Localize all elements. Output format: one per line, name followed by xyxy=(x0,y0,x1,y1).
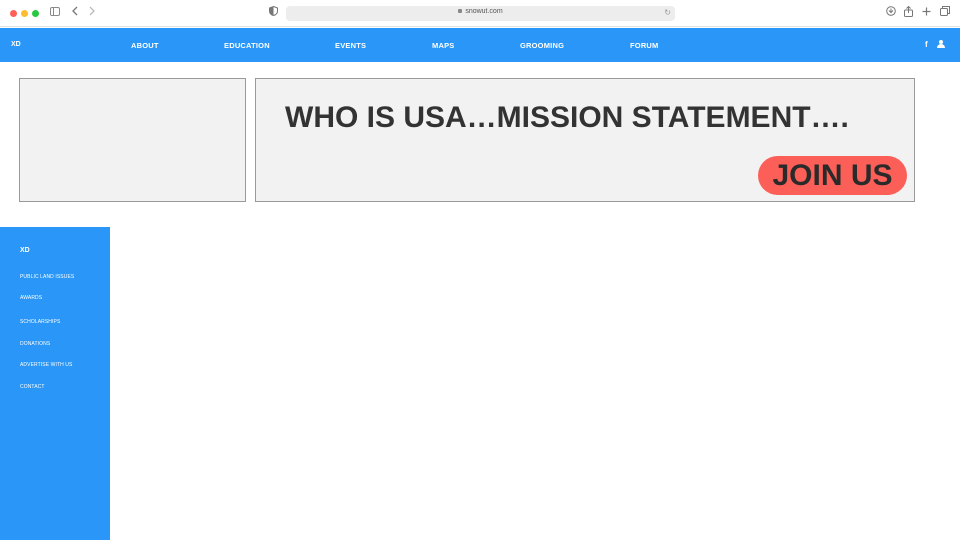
user-icon[interactable] xyxy=(937,40,945,48)
lock-icon xyxy=(458,9,463,14)
shield-icon[interactable] xyxy=(269,5,278,20)
sidebar-item-donations[interactable]: DONATIONS xyxy=(20,341,50,347)
minimize-window-button[interactable] xyxy=(21,10,28,17)
new-tab-icon[interactable] xyxy=(922,6,931,20)
nav-item-about[interactable]: ABOUT xyxy=(131,41,159,50)
download-icon[interactable] xyxy=(886,6,896,20)
nav-item-forum[interactable]: FORUM xyxy=(630,41,659,50)
nav-logo[interactable]: XD xyxy=(11,41,21,48)
hero-banner: WHO IS USA…MISSION STATEMENT…. JOIN US xyxy=(255,78,915,202)
url-text: snowut.com xyxy=(465,8,503,15)
nav-item-grooming[interactable]: GROOMING xyxy=(520,41,564,50)
sidebar-item-contact[interactable]: CONTACT xyxy=(20,384,45,390)
address-bar[interactable]: snowut.com ↻ xyxy=(286,6,675,21)
sidebar-item-awards[interactable]: AWARDS xyxy=(20,295,42,301)
sidebar-logo[interactable]: XD xyxy=(20,247,30,254)
sidebar: XD PUBLIC LAND ISSUES AWARDS SCHOLARSHIP… xyxy=(0,227,110,540)
sidebar-toggle-icon[interactable] xyxy=(50,6,60,20)
share-icon[interactable] xyxy=(904,5,913,21)
image-placeholder xyxy=(19,78,246,202)
nav-item-education[interactable]: EDUCATION xyxy=(224,41,270,50)
back-icon[interactable] xyxy=(71,6,79,20)
sidebar-item-advertise-with-us[interactable]: ADVERTISE WITH US xyxy=(20,362,72,368)
close-window-button[interactable] xyxy=(10,10,17,17)
mission-title: WHO IS USA…MISSION STATEMENT…. xyxy=(285,101,849,134)
forward-icon[interactable] xyxy=(88,6,96,20)
sidebar-item-scholarships[interactable]: SCHOLARSHIPS xyxy=(20,319,60,325)
tabs-overview-icon[interactable] xyxy=(940,6,950,20)
top-nav: XD ABOUT EDUCATION EVENTS MAPS GROOMING … xyxy=(0,28,960,62)
nav-item-maps[interactable]: MAPS xyxy=(432,41,454,50)
zoom-window-button[interactable] xyxy=(32,10,39,17)
join-us-button[interactable]: JOIN US xyxy=(758,156,907,195)
browser-toolbar: snowut.com ↻ xyxy=(0,0,960,27)
nav-item-events[interactable]: EVENTS xyxy=(335,41,366,50)
sidebar-item-public-land-issues[interactable]: PUBLIC LAND ISSUES xyxy=(20,274,74,280)
reload-icon[interactable]: ↻ xyxy=(664,8,671,17)
facebook-icon[interactable]: f xyxy=(925,40,928,49)
